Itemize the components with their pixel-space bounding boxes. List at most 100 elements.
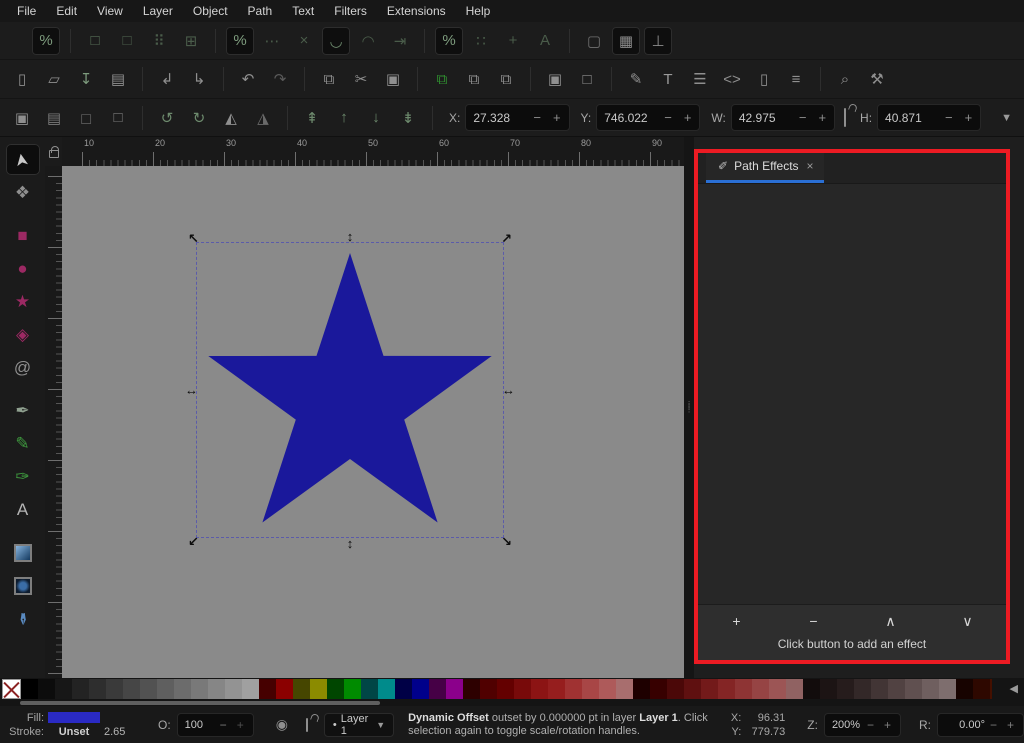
swatch-36[interactable] [616, 679, 633, 699]
swatch-46[interactable] [786, 679, 803, 699]
swatch-42[interactable] [718, 679, 735, 699]
selector-tool[interactable]: ➤ [5, 144, 40, 175]
dock-splitter[interactable]: ⁝ ⁝ ⁝ [684, 137, 694, 678]
swatch-none[interactable] [2, 679, 21, 699]
zoom-plus-button[interactable]: + [879, 718, 896, 732]
lower-to-bottom-button[interactable]: ⇟ [394, 104, 422, 132]
y-spinner[interactable]: 746.022− + [596, 104, 701, 131]
print-document-button[interactable]: ▤ [104, 65, 132, 93]
rotation-value[interactable]: 0.00° [945, 719, 985, 731]
save-document-button[interactable]: ↧ [72, 65, 100, 93]
swatch-2[interactable] [38, 679, 55, 699]
swatch-3[interactable] [55, 679, 72, 699]
swatch-26[interactable] [446, 679, 463, 699]
snap-paths-button[interactable]: ⋯ [258, 27, 286, 55]
snap-smooth-nodes-button[interactable]: ◠ [354, 27, 382, 55]
snap-intersections-button[interactable]: × [290, 27, 318, 55]
preferences-button[interactable]: ⚒ [863, 65, 891, 93]
h-plus-button[interactable]: + [959, 110, 979, 125]
open-document-button[interactable]: ▱ [40, 65, 68, 93]
stroke-width[interactable]: 2.65 [104, 726, 134, 738]
menu-layer[interactable]: Layer [134, 2, 182, 20]
flip-horizontal-button[interactable]: ◭ [217, 104, 245, 132]
swatch-34[interactable] [582, 679, 599, 699]
pen-tool[interactable]: ✒ [6, 395, 40, 426]
stroke-value[interactable]: Unset [48, 726, 100, 738]
group-button[interactable]: ▣ [541, 65, 569, 93]
move-effect-down-button[interactable]: ∨ [929, 613, 1006, 630]
palette-scrollbar[interactable] [20, 701, 380, 705]
layers-dialog-button[interactable]: ☰ [686, 65, 714, 93]
scale-handle-w[interactable]: ↔ [185, 384, 198, 397]
move-effect-up-button[interactable]: ∧ [852, 613, 929, 630]
swatch-25[interactable] [429, 679, 446, 699]
x-value[interactable]: 27.328 [473, 111, 527, 125]
swatch-19[interactable] [327, 679, 344, 699]
swatch-30[interactable] [514, 679, 531, 699]
swatch-20[interactable] [344, 679, 361, 699]
scale-handle-se[interactable]: ↘ [501, 535, 512, 548]
scale-handle-e[interactable]: ↔ [502, 384, 515, 397]
document-properties-button[interactable]: ▯ [750, 65, 778, 93]
swatch-39[interactable] [667, 679, 684, 699]
swatch-13[interactable] [225, 679, 242, 699]
menu-edit[interactable]: Edit [47, 2, 86, 20]
w-value[interactable]: 42.975 [739, 111, 793, 125]
scale-handle-s[interactable]: ↕ [347, 537, 354, 550]
menu-extensions[interactable]: Extensions [378, 2, 455, 20]
menu-file[interactable]: File [8, 2, 45, 20]
rotation-spinner[interactable]: 0.00° − + [936, 712, 1024, 737]
snap-nodes-button[interactable]: % [226, 26, 254, 55]
spiral-tool[interactable]: @ [6, 352, 40, 383]
menu-filters[interactable]: Filters [325, 2, 376, 20]
swatch-57[interactable] [973, 679, 990, 699]
swatch-24[interactable] [412, 679, 429, 699]
scale-handle-n[interactable]: ↕ [347, 230, 354, 243]
flip-vertical-button[interactable]: ◮ [249, 104, 277, 132]
swatch-41[interactable] [701, 679, 718, 699]
snap-object-centers-button[interactable]: ∷ [467, 27, 495, 55]
unlink-clone-button[interactable]: ⧉ [492, 65, 520, 93]
lower-button[interactable]: ↓ [362, 104, 390, 132]
snap-grids-button[interactable]: ▦ [612, 26, 640, 55]
swatch-37[interactable] [633, 679, 650, 699]
pencil-tool[interactable]: ✎ [6, 428, 40, 459]
swatch-22[interactable] [378, 679, 395, 699]
raise-button[interactable]: ↑ [330, 104, 358, 132]
snap-midpoints-button[interactable]: ⇥ [386, 27, 414, 55]
zoom-spinner[interactable]: 200% − + [823, 712, 901, 737]
ungroup-button[interactable]: □ [573, 65, 601, 93]
layer-lock-icon[interactable] [305, 717, 308, 732]
swatch-4[interactable] [72, 679, 89, 699]
close-icon[interactable]: × [807, 159, 814, 173]
swatch-52[interactable] [888, 679, 905, 699]
swatch-9[interactable] [157, 679, 174, 699]
swatch-45[interactable] [769, 679, 786, 699]
rotation-plus-button[interactable]: + [1002, 718, 1019, 732]
fill-stroke-indicator[interactable]: Fill: Stroke: Unset 2.65 [4, 712, 134, 738]
swatch-7[interactable] [123, 679, 140, 699]
swatch-43[interactable] [735, 679, 752, 699]
swatch-51[interactable] [871, 679, 888, 699]
x-minus-button[interactable]: − [527, 110, 547, 125]
mesh-gradient-tool[interactable] [6, 570, 40, 601]
new-document-button[interactable]: ▯ [8, 65, 36, 93]
select-all-button[interactable]: ▣ [8, 104, 36, 132]
swatch-49[interactable] [837, 679, 854, 699]
swatch-44[interactable] [752, 679, 769, 699]
swatch-10[interactable] [174, 679, 191, 699]
fill-stroke-dialog-button[interactable]: ✎ [622, 65, 650, 93]
swatch-50[interactable] [854, 679, 871, 699]
dropper-tool[interactable]: ✒ [6, 603, 40, 634]
tab-path-effects[interactable]: ✐ Path Effects × [706, 153, 824, 183]
swatch-33[interactable] [565, 679, 582, 699]
swatch-1[interactable] [21, 679, 38, 699]
chevron-down-icon[interactable]: ▼ [1001, 112, 1012, 124]
swatch-58[interactable] [990, 679, 992, 699]
swatch-6[interactable] [106, 679, 123, 699]
snap-bbox-edges-button[interactable]: □ [113, 27, 141, 55]
h-value[interactable]: 40.871 [885, 111, 939, 125]
swatch-40[interactable] [684, 679, 701, 699]
swatch-48[interactable] [820, 679, 837, 699]
snap-page-border-button[interactable]: ▢ [580, 27, 608, 55]
